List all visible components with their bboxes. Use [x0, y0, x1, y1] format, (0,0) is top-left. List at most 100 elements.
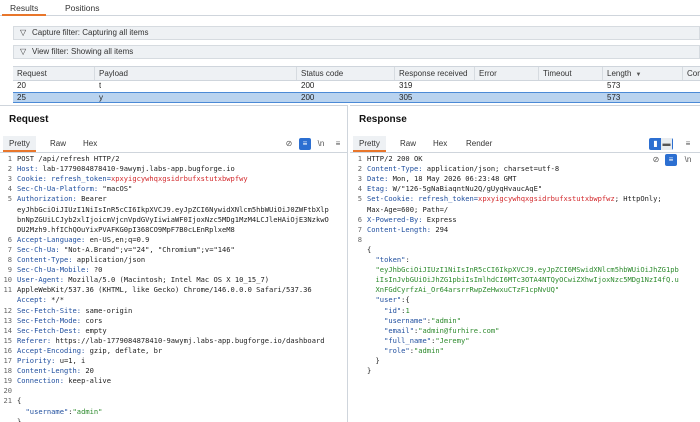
cookie-value: xpxyigcywhqxgsidrbufxstutxbwpfwz: [478, 194, 615, 204]
request-line: bnNpZGUiLCJyb2xlIjoicmVjcnVpdGVyIiwiaWF0…: [17, 214, 329, 224]
col-length[interactable]: Length ▼: [603, 67, 683, 80]
tab-raw[interactable]: Raw: [394, 136, 422, 152]
header-key: Referer:: [17, 335, 52, 345]
line-number: 3: [357, 174, 362, 184]
tab-hex[interactable]: Hex: [427, 136, 453, 152]
header-value: cors: [81, 315, 103, 325]
line-number: 6: [357, 214, 362, 224]
header-value: lab-1779084878410-9awymj.labs-app.bugfor…: [38, 164, 235, 174]
response-line: Date: Mon, 18 May 2026 06:23:48 GMT: [367, 174, 516, 184]
stack-view-icon[interactable]: ▬: [661, 138, 672, 150]
line-number: 5: [357, 194, 362, 204]
request-line: {: [17, 396, 22, 406]
request-line: "username":"admin": [17, 406, 103, 417]
line-number: 13: [3, 315, 12, 325]
header-value: Mozilla/5.0 (Macintosh; Intel Mac OS X 1…: [63, 275, 269, 285]
eye-off-icon[interactable]: ⊘: [283, 138, 295, 150]
response-panel: Response Pretty Raw Hex Render ▮ ▬ ≡ ⊘ ≡ …: [350, 105, 700, 422]
tab-render[interactable]: Render: [460, 136, 498, 152]
header-value: 294: [431, 224, 449, 234]
line-number: 17: [3, 356, 12, 365]
header-value: https://lab-1779084878410-9awymj.labs-ap…: [51, 335, 325, 345]
header-key: Host:: [17, 164, 39, 174]
response-line: "user":{: [367, 295, 410, 305]
line-number: 16: [3, 345, 12, 355]
row-payload: t: [99, 81, 102, 90]
response-line: X-Powered-By: Express: [367, 215, 457, 225]
col-payload[interactable]: Payload: [95, 67, 297, 80]
header-key: Content-Type:: [367, 164, 423, 174]
col-length-label: Length: [607, 69, 632, 78]
header-key: Sec-Ch-Ua:: [17, 244, 60, 254]
json-value: "Jeremy": [435, 335, 470, 345]
request-line: Content-Length: 20: [17, 366, 94, 376]
json-key: "user": [367, 295, 402, 305]
header-value: Mon, 18 May 2026 06:23:48 GMT: [388, 174, 517, 184]
response-line: XnFGdCyrfzAi_Or64arsrrRwpZeHwxuCTzF1cpNv…: [367, 285, 560, 295]
line-number: 18: [3, 366, 12, 376]
col-timeout[interactable]: Timeout: [539, 67, 603, 80]
header-value: same-origin: [81, 305, 133, 315]
request-line: Sec-Ch-Ua: "Not-A.Brand";v="24", "Chromi…: [17, 245, 235, 255]
view-filter-label: View filter: Showing all items: [32, 47, 134, 56]
tab-pretty[interactable]: Pretty: [3, 136, 36, 152]
newline-icon[interactable]: \n: [682, 154, 694, 166]
header-key: Sec-Ch-Ua-Mobile:: [17, 265, 90, 275]
request-line: Accept-Encoding: gzip, deflate, br: [17, 346, 162, 356]
request-line: DU2Mzh9.hfIChQOuYixPVAFKG0pI368CO9MpF7B0…: [17, 224, 235, 234]
request-line: AppleWebKit/537.36 (KHTML, like Gecko) C…: [17, 285, 312, 295]
line-number: 20: [3, 386, 12, 396]
layout-toggle[interactable]: ▮ ▬: [649, 138, 673, 150]
row-received: 319: [399, 81, 413, 90]
tab-hex[interactable]: Hex: [77, 136, 103, 152]
tab-raw[interactable]: Raw: [44, 136, 72, 152]
capture-filter-bar[interactable]: ▽ Capture filter: Capturing all items: [13, 26, 700, 40]
line-number: 12: [3, 305, 12, 315]
json-value: 1: [405, 305, 410, 315]
cookie-attrs: ; HttpOnly;: [614, 194, 662, 204]
header-key: Date:: [367, 174, 389, 184]
header-key: Sec-Fetch-Site:: [17, 305, 82, 315]
response-line: "email":"admin@furhire.com": [367, 326, 499, 336]
col-error[interactable]: Error: [475, 67, 539, 80]
header-value: "macOS": [98, 184, 133, 194]
col-request[interactable]: Request: [13, 67, 95, 80]
request-line: Accept: */*: [17, 295, 64, 305]
wrap-icon[interactable]: ≡: [299, 138, 311, 150]
header-value: en-US,en;q=0.9: [85, 234, 150, 244]
request-line: Sec-Fetch-Mode: cors: [17, 316, 102, 326]
response-line: Content-Length: 294: [367, 225, 448, 235]
split-view-icon[interactable]: ▮: [650, 138, 661, 150]
request-line: Sec-Fetch-Dest: empty: [17, 326, 107, 336]
menu-icon[interactable]: ≡: [682, 138, 694, 150]
line-number: 3: [7, 174, 12, 184]
view-filter-bar[interactable]: ▽ View filter: Showing all items: [13, 45, 700, 59]
eye-off-icon[interactable]: ⊘: [650, 154, 662, 166]
col-status-code[interactable]: Status code: [297, 67, 395, 80]
col-response-received[interactable]: Response received: [395, 67, 475, 80]
json-key: "full_name": [367, 335, 432, 345]
tab-positions[interactable]: Positions: [57, 0, 108, 16]
table-row[interactable]: 20 t 200 319 573: [13, 81, 700, 92]
line-number: 1: [7, 154, 12, 163]
header-key: Accept-Language:: [17, 234, 86, 244]
row-status: 200: [301, 93, 315, 102]
line-number: 7: [7, 244, 12, 254]
sort-down-icon: ▼: [635, 72, 642, 78]
wrap-icon[interactable]: ≡: [665, 154, 677, 166]
tab-pretty[interactable]: Pretty: [353, 136, 386, 152]
row-request: 20: [17, 81, 26, 90]
col-comment[interactable]: Com: [683, 67, 700, 80]
newline-icon[interactable]: \n: [315, 138, 327, 150]
cookie-value: xpxyigcywhqxgsidrbufxstutxbwpfwy: [110, 174, 248, 184]
json-key: "token": [367, 255, 406, 264]
table-row-selected[interactable]: 25 y 200 305 573: [13, 92, 700, 103]
line-number: 8: [357, 234, 362, 244]
header-key: Priority:: [17, 356, 56, 365]
request-line: eyJhbGciOiJIUzI1NiIsInR5cCI6IkpXVCJ9.eyJ…: [17, 204, 329, 214]
json-value: "admin": [72, 406, 103, 416]
tab-results[interactable]: Results: [2, 0, 47, 16]
header-value: empty: [81, 325, 107, 335]
menu-icon[interactable]: ≡: [332, 138, 344, 150]
header-key: Sec-Fetch-Mode:: [17, 315, 82, 325]
